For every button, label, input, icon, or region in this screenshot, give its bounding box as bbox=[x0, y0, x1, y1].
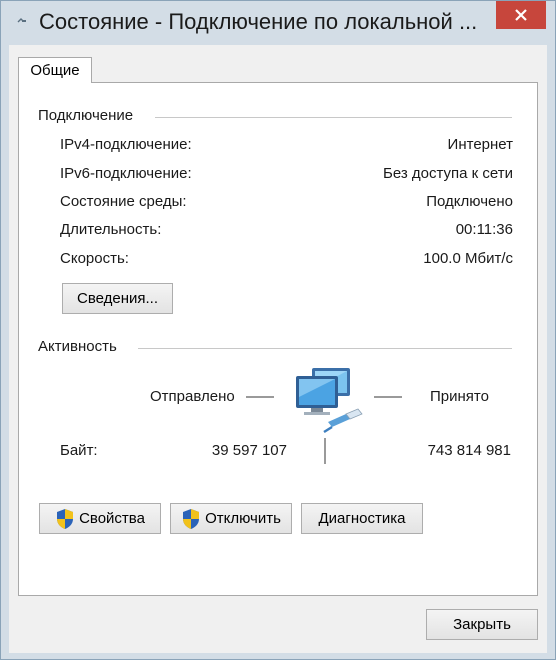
diagnose-button-label: Диагностика bbox=[318, 510, 406, 527]
speed-value: 100.0 Мбит/с bbox=[423, 250, 513, 267]
duration-value: 00:11:36 bbox=[455, 221, 513, 238]
uac-shield-icon bbox=[57, 508, 74, 529]
received-connector-line bbox=[374, 396, 402, 398]
connection-section-title: Подключение bbox=[38, 107, 134, 124]
ipv4-value: Интернет bbox=[447, 136, 513, 153]
ipv6-value: Без доступа к сети bbox=[383, 165, 513, 182]
duration-label: Длительность: bbox=[60, 221, 162, 238]
bytes-divider bbox=[324, 438, 326, 464]
bytes-label: Байт: bbox=[60, 442, 98, 459]
disable-button[interactable]: Отключить bbox=[170, 503, 292, 534]
sent-connector-line bbox=[246, 396, 274, 398]
properties-button-label: Свойства bbox=[79, 510, 145, 527]
window-title: Состояние - Подключение по локальной ... bbox=[39, 9, 478, 34]
bytes-sent-value: 39 597 107 bbox=[211, 442, 287, 459]
close-button-label: Закрыть bbox=[453, 616, 511, 633]
diagnose-button[interactable]: Диагностика bbox=[301, 503, 423, 534]
network-computers-icon bbox=[296, 368, 363, 434]
tab-general[interactable]: Общие bbox=[18, 57, 92, 83]
media-state-label: Состояние среды: bbox=[60, 193, 187, 210]
close-window-button[interactable] bbox=[496, 1, 546, 29]
dialog-client-area: Общие Подключение IPv4-подключение: Инте… bbox=[9, 45, 547, 653]
uac-shield-icon bbox=[183, 508, 200, 529]
close-button[interactable]: Закрыть bbox=[426, 609, 538, 640]
disable-button-label: Отключить bbox=[205, 510, 281, 527]
received-label: Принято bbox=[430, 388, 489, 405]
activity-divider bbox=[138, 348, 512, 349]
connection-divider bbox=[155, 117, 512, 118]
media-state-value: Подключено bbox=[426, 193, 513, 210]
general-tab-panel: Подключение IPv4-подключение: Интернет I… bbox=[18, 82, 538, 596]
bytes-received-value: 743 814 981 bbox=[427, 442, 511, 459]
close-icon bbox=[515, 9, 527, 21]
activity-section-title: Активность bbox=[38, 338, 117, 355]
properties-button[interactable]: Свойства bbox=[39, 503, 161, 534]
title-bar[interactable]: Состояние - Подключение по локальной ... bbox=[1, 1, 555, 45]
ipv4-label: IPv4-подключение: bbox=[60, 136, 192, 153]
details-button[interactable]: Сведения... bbox=[62, 283, 173, 314]
ipv6-label: IPv6-подключение: bbox=[60, 165, 192, 182]
details-button-label: Сведения... bbox=[76, 290, 159, 307]
network-status-window: Состояние - Подключение по локальной ...… bbox=[0, 0, 556, 660]
sent-label: Отправлено bbox=[150, 388, 235, 405]
speed-label: Скорость: bbox=[60, 250, 129, 267]
window-icon bbox=[17, 18, 26, 23]
